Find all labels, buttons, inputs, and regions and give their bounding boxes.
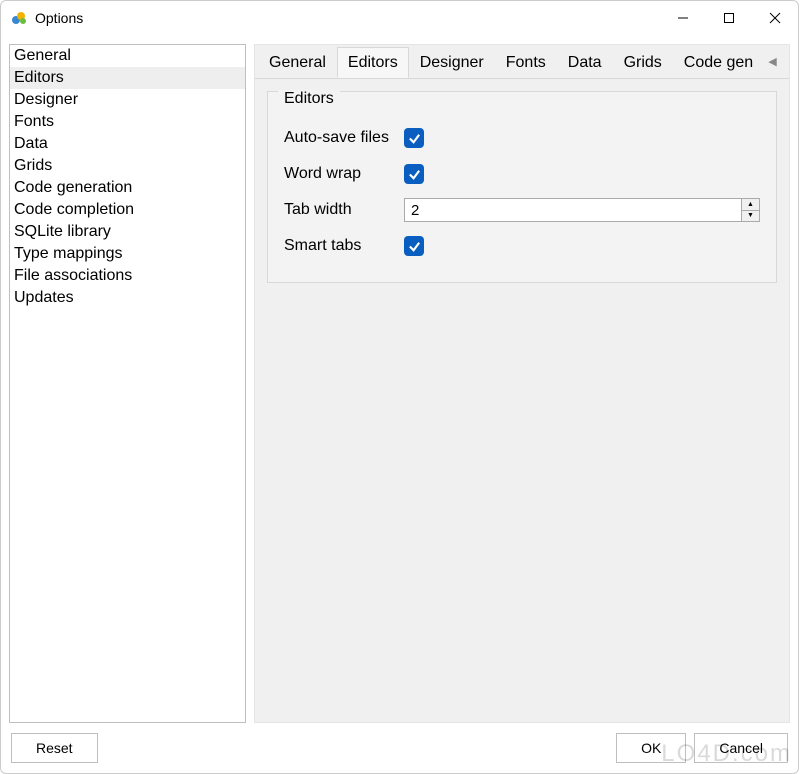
sidebar-item-designer[interactable]: Designer [10, 89, 245, 111]
footer: Reset OK Cancel [1, 723, 798, 773]
sidebar-item-updates[interactable]: Updates [10, 287, 245, 309]
tab-width-spinner: ▲ ▼ [404, 198, 760, 222]
spin-up-button[interactable]: ▲ [742, 199, 759, 211]
tab-grids[interactable]: Grids [613, 47, 673, 78]
options-window: Options GeneralEditorsDesignerFontsDataG… [0, 0, 799, 774]
sidebar-item-type-mappings[interactable]: Type mappings [10, 243, 245, 265]
tab-width-label: Tab width [284, 201, 404, 219]
cancel-button[interactable]: Cancel [694, 733, 788, 763]
spinner-buttons: ▲ ▼ [741, 199, 759, 221]
tab-scroll-left-icon[interactable]: ◀ [764, 55, 780, 68]
sidebar-item-data[interactable]: Data [10, 133, 245, 155]
editors-groupbox: Editors Auto-save files Word wrap [267, 91, 777, 283]
smart-tabs-row: Smart tabs [284, 228, 760, 264]
titlebar: Options [1, 1, 798, 36]
editors-panel: Editors Auto-save files Word wrap [255, 79, 789, 722]
sidebar-item-file-associations[interactable]: File associations [10, 265, 245, 287]
tab-width-row: Tab width ▲ ▼ [284, 192, 760, 228]
minimize-button[interactable] [660, 1, 706, 35]
word-wrap-label: Word wrap [284, 165, 404, 183]
sidebar-item-sqlite-library[interactable]: SQLite library [10, 221, 245, 243]
tab-general[interactable]: General [258, 47, 337, 78]
category-list[interactable]: GeneralEditorsDesignerFontsDataGridsCode… [9, 44, 246, 723]
smart-tabs-checkbox[interactable] [404, 236, 424, 256]
reset-button[interactable]: Reset [11, 733, 98, 763]
tab-code-gen[interactable]: Code gen [673, 47, 764, 78]
sidebar-item-fonts[interactable]: Fonts [10, 111, 245, 133]
word-wrap-row: Word wrap [284, 156, 760, 192]
auto-save-row: Auto-save files [284, 120, 760, 156]
auto-save-label: Auto-save files [284, 129, 404, 147]
sidebar-item-code-generation[interactable]: Code generation [10, 177, 245, 199]
tab-fonts[interactable]: Fonts [495, 47, 557, 78]
sidebar-item-editors[interactable]: Editors [10, 67, 245, 89]
spin-down-button[interactable]: ▼ [742, 211, 759, 222]
maximize-button[interactable] [706, 1, 752, 35]
sidebar-item-grids[interactable]: Grids [10, 155, 245, 177]
window-title: Options [35, 10, 660, 26]
tab-strip: GeneralEditorsDesignerFontsDataGridsCode… [255, 45, 789, 79]
auto-save-checkbox[interactable] [404, 128, 424, 148]
tab-editors[interactable]: Editors [337, 47, 409, 78]
tab-width-input[interactable] [405, 199, 741, 221]
group-title: Editors [278, 90, 340, 108]
main-row: GeneralEditorsDesignerFontsDataGridsCode… [1, 36, 798, 723]
window-controls [660, 1, 798, 35]
sidebar-item-general[interactable]: General [10, 45, 245, 67]
right-panel: GeneralEditorsDesignerFontsDataGridsCode… [254, 44, 790, 723]
close-button[interactable] [752, 1, 798, 35]
tab-designer[interactable]: Designer [409, 47, 495, 78]
tab-data[interactable]: Data [557, 47, 613, 78]
sidebar-item-code-completion[interactable]: Code completion [10, 199, 245, 221]
content-area: GeneralEditorsDesignerFontsDataGridsCode… [1, 36, 798, 773]
app-icon [11, 10, 27, 26]
smart-tabs-label: Smart tabs [284, 237, 404, 255]
ok-button[interactable]: OK [616, 733, 686, 763]
word-wrap-checkbox[interactable] [404, 164, 424, 184]
